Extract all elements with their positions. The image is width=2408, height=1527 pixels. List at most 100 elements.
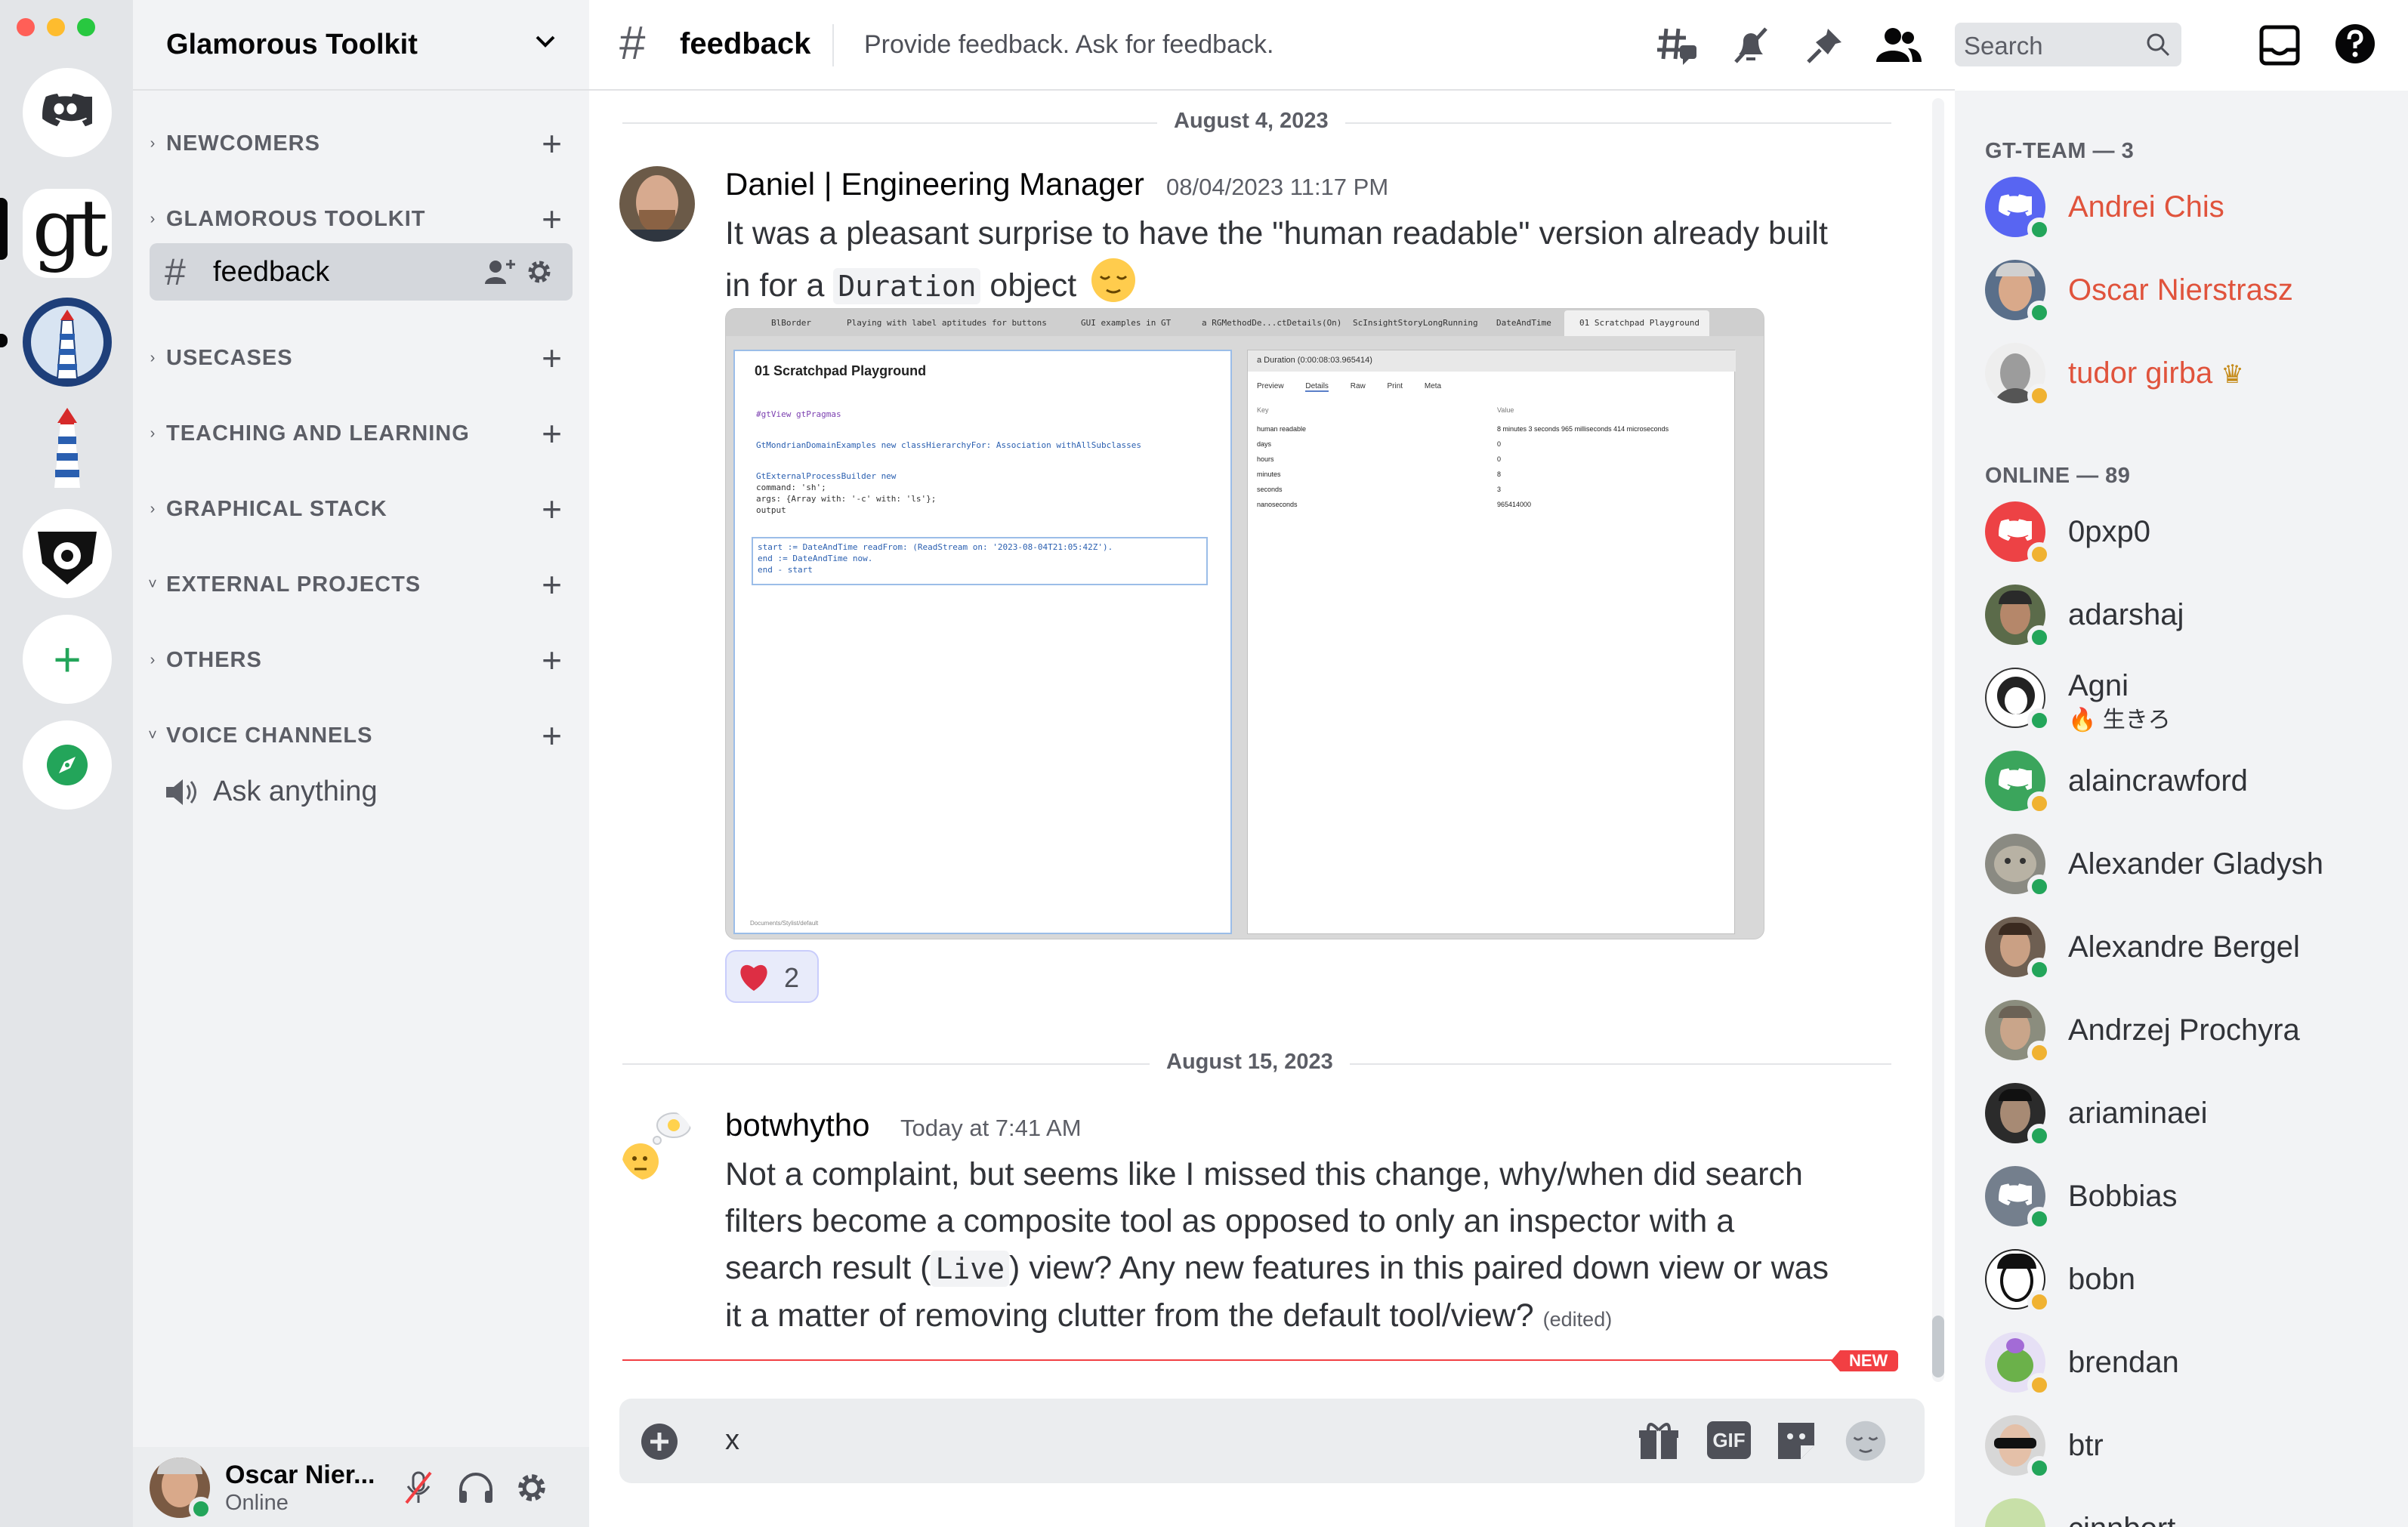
member-name: brendan <box>2068 1346 2179 1379</box>
scrollbar-track[interactable] <box>1932 98 1944 1382</box>
discord-logo-icon <box>1999 194 2032 217</box>
member-item[interactable]: Oscar Nierstrasz <box>1985 254 2393 326</box>
message-line: search result (Live) view? Any new featu… <box>725 1245 1873 1292</box>
member-item[interactable]: Andrzej Prochyra <box>1985 994 2393 1066</box>
add-server-button[interactable]: + <box>23 615 112 704</box>
heart-emoji-icon <box>740 964 767 991</box>
search-box[interactable]: Search <box>1955 23 2181 66</box>
category-voice-channels[interactable]: ˅ VOICE CHANNELS + <box>133 713 589 758</box>
create-channel-plus-icon[interactable]: + <box>542 492 562 526</box>
notification-settings-button[interactable] <box>1727 21 1775 69</box>
avatar[interactable] <box>619 1107 695 1183</box>
guild-header[interactable]: Glamorous Toolkit <box>133 0 589 91</box>
row-key: human readable <box>1257 425 1307 433</box>
member-item[interactable]: btr <box>1985 1409 2393 1482</box>
server-rail: gt + <box>0 0 133 1527</box>
member-item[interactable]: adarshaj <box>1985 578 2393 651</box>
category-external-projects[interactable]: ˅ EXTERNAL PROJECTS + <box>133 562 589 607</box>
inspector-title: a Duration (0:00:08:03.965414) <box>1257 356 1372 365</box>
member-name-text: tudor girba <box>2068 356 2213 390</box>
message-timestamp: 08/04/2023 11:17 PM <box>1166 174 1389 200</box>
help-icon[interactable] <box>2334 23 2376 65</box>
category-usecases[interactable]: › USECASES + <box>133 335 589 381</box>
create-channel-plus-icon[interactable]: + <box>542 202 562 236</box>
member-item[interactable]: alaincrawford <box>1985 745 2393 817</box>
member-item[interactable]: Agni 🔥 生きろ <box>1985 662 2393 734</box>
server-lighthouse-red[interactable] <box>23 403 112 492</box>
online-status-dot <box>2027 217 2051 242</box>
member-item[interactable]: brendan <box>1985 1326 2393 1399</box>
member-list-toggle[interactable] <box>1875 21 1923 69</box>
category-label: OTHERS <box>166 647 262 672</box>
image-attachment[interactable]: BlBorder Playing with label aptitudes fo… <box>725 308 1764 939</box>
microphone-muted-icon[interactable] <box>402 1470 435 1506</box>
gear-icon[interactable] <box>515 1471 548 1504</box>
user-status: Online <box>225 1491 289 1515</box>
close-window-button[interactable] <box>17 18 35 36</box>
row-key: minutes <box>1257 470 1281 478</box>
member-item[interactable]: Alexandre Bergel <box>1985 911 2393 983</box>
invite-member-icon[interactable] <box>485 258 517 285</box>
member-item[interactable]: cinnbort <box>1985 1492 2393 1527</box>
message-text: in for a <box>725 267 825 304</box>
member-item[interactable]: 0pxp0 <box>1985 495 2393 568</box>
gif-button[interactable]: GIF <box>1707 1421 1751 1459</box>
chevron-right-icon: › <box>150 424 156 442</box>
create-channel-plus-icon[interactable]: + <box>542 416 562 451</box>
member-item[interactable]: Andrei Chis <box>1985 171 2393 243</box>
headphones-icon[interactable] <box>458 1471 494 1504</box>
avatar[interactable] <box>619 166 695 242</box>
channel-sidebar: Glamorous Toolkit › NEWCOMERS + › GLAMOR… <box>133 0 589 1527</box>
create-channel-plus-icon[interactable]: + <box>542 718 562 753</box>
row-value: 3 <box>1497 486 1502 493</box>
threads-button[interactable] <box>1653 21 1701 69</box>
minimize-window-button[interactable] <box>47 18 65 36</box>
server-shield[interactable] <box>23 509 112 598</box>
message-line: It was a pleasant surprise to have the "… <box>725 215 1828 251</box>
user-name[interactable]: Oscar Nier... <box>225 1461 375 1490</box>
category-glamorous-toolkit[interactable]: › GLAMOROUS TOOLKIT + <box>133 196 589 242</box>
member-item[interactable]: ariaminaei <box>1985 1077 2393 1149</box>
create-channel-plus-icon[interactable]: + <box>542 567 562 602</box>
member-item[interactable]: bobn <box>1985 1243 2393 1316</box>
code-line: command: 'sh'; <box>756 483 826 492</box>
new-badge: NEW <box>1831 1350 1899 1371</box>
member-item[interactable]: Alexander Gladysh <box>1985 828 2393 900</box>
emoji-picker-icon[interactable] <box>1845 1420 1887 1462</box>
online-status-dot <box>2027 1456 2051 1480</box>
member-name: 0pxp0 <box>2068 515 2150 548</box>
category-graphical-stack[interactable]: › GRAPHICAL STACK + <box>133 486 589 532</box>
category-teaching-and-learning[interactable]: › TEACHING AND LEARNING + <box>133 411 589 456</box>
category-others[interactable]: › OTHERS + <box>133 637 589 683</box>
gift-icon[interactable] <box>1638 1420 1680 1462</box>
server-lighthouse-blue[interactable] <box>23 298 112 387</box>
create-channel-plus-icon[interactable]: + <box>542 126 562 161</box>
member-item[interactable]: tudor girba ♛ <box>1985 337 2393 409</box>
member-item[interactable]: Bobbias <box>1985 1160 2393 1232</box>
upload-plus-icon[interactable] <box>641 1423 678 1461</box>
voice-channel-ask-anything[interactable]: Ask anything <box>150 763 573 820</box>
message-composer[interactable]: x GIF <box>619 1399 1925 1483</box>
server-glamorous-toolkit[interactable]: gt <box>23 189 112 278</box>
maximize-window-button[interactable] <box>77 18 95 36</box>
scrollbar-thumb[interactable] <box>1932 1316 1944 1377</box>
inbox-icon[interactable] <box>2258 24 2301 66</box>
message-input[interactable]: x <box>725 1424 739 1457</box>
member-name: alaincrawford <box>2068 764 2248 797</box>
category-newcomers[interactable]: › NEWCOMERS + <box>133 121 589 166</box>
gear-icon[interactable] <box>526 258 553 285</box>
channel-feedback[interactable]: # feedback <box>150 243 573 301</box>
table-row: human readable 8 minutes 3 seconds 965 mi… <box>1257 421 1725 437</box>
sticker-icon[interactable] <box>1775 1420 1817 1462</box>
reaction-heart[interactable]: 2 <box>725 950 819 1003</box>
online-status-dot <box>2027 958 2051 982</box>
message-author[interactable]: botwhytho <box>725 1107 869 1143</box>
message-author[interactable]: Daniel | Engineering Manager <box>725 166 1144 202</box>
create-channel-plus-icon[interactable]: + <box>542 341 562 375</box>
pinned-messages-button[interactable] <box>1801 21 1849 69</box>
explore-servers-button[interactable] <box>23 720 112 810</box>
member-name: Oscar Nierstrasz <box>2068 273 2293 307</box>
create-channel-plus-icon[interactable]: + <box>542 643 562 677</box>
compass-icon <box>47 745 88 785</box>
direct-messages-button[interactable] <box>23 68 112 157</box>
